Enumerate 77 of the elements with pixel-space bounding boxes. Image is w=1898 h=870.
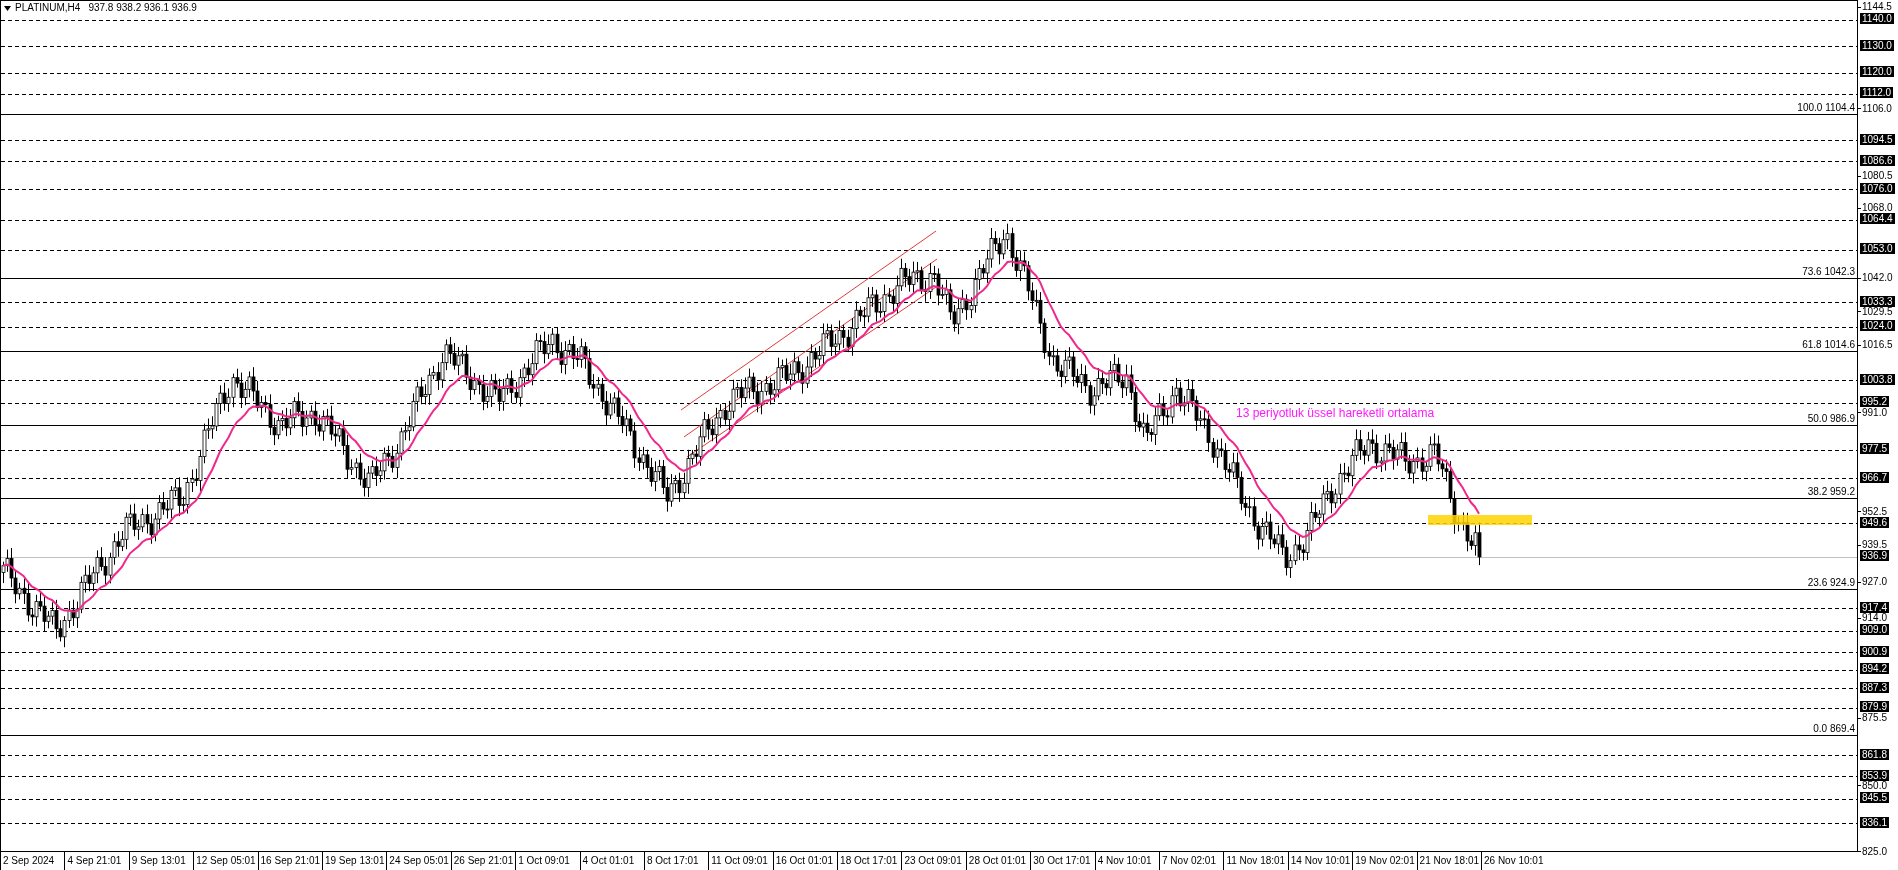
price-line-label: 936.9 xyxy=(1860,550,1890,562)
time-axis-label: 16 Oct 01:01 xyxy=(772,852,838,870)
time-axis-label: 2 Sep 2024 xyxy=(0,852,65,870)
time-axis-label: 16 Sep 21:01 xyxy=(257,852,322,870)
ohlc-values: 937.8 938.2 936.1 936.9 xyxy=(88,2,197,14)
time-axis-label: 4 Oct 01:01 xyxy=(579,852,644,870)
price-line-label: 853.9 xyxy=(1860,769,1890,781)
fibonacci-level-label: 23.6 924.9 xyxy=(1807,576,1855,588)
price-tick-label: 1029.5 xyxy=(1862,306,1893,317)
time-axis-label: 1 Oct 09:01 xyxy=(515,852,580,870)
time-axis-label: 28 Oct 01:01 xyxy=(965,852,1031,870)
price-line-label: 1112.0 xyxy=(1860,87,1894,99)
time-axis-label: 8 Oct 17:01 xyxy=(643,852,709,870)
price-line-label: 894.2 xyxy=(1860,663,1890,675)
price-tick-label: 927.0 xyxy=(1862,577,1888,588)
price-tick-label: 1144.5 xyxy=(1862,2,1892,12)
time-axis-label: 19 Nov 02:01 xyxy=(1352,852,1417,870)
time-axis-label: 26 Nov 10:01 xyxy=(1481,852,1546,870)
price-tick-label: 939.5 xyxy=(1862,540,1888,551)
fibonacci-level-label: 0.0 869.4 xyxy=(1813,723,1855,735)
price-line-label: 845.5 xyxy=(1860,792,1890,804)
price-line-label: 1053.0 xyxy=(1860,243,1895,255)
price-line-label: 917.4 xyxy=(1860,601,1890,613)
time-axis-label: 11 Oct 09:01 xyxy=(708,852,773,870)
price-line-label: 861.8 xyxy=(1860,748,1890,760)
price-line-label: 949.6 xyxy=(1860,516,1890,528)
price-tick-label: 1016.5 xyxy=(1862,340,1893,351)
price-line-label: 1140.0 xyxy=(1860,13,1894,25)
price-line-label: 1003.8 xyxy=(1860,373,1895,385)
price-line-label: 836.1 xyxy=(1860,816,1890,828)
fibonacci-level-label: 73.6 1042.3 xyxy=(1802,266,1855,278)
time-axis-label: 26 Sep 21:01 xyxy=(450,852,516,870)
price-tick-label: 850.0 xyxy=(1862,780,1888,791)
price-line-label: 995.2 xyxy=(1860,396,1890,408)
chart-symbol-label: PLATINUM,H4 xyxy=(15,2,81,14)
time-axis-label: 19 Sep 13:01 xyxy=(321,852,387,870)
price-line-label: 909.0 xyxy=(1860,624,1890,636)
price-line-label: 879.9 xyxy=(1860,701,1890,713)
price-tick-label: 991.0 xyxy=(1862,407,1888,418)
time-axis-label: 24 Sep 05:01 xyxy=(386,852,451,870)
price-line-label: 966.7 xyxy=(1860,471,1890,483)
price-tick-label: 1106.0 xyxy=(1862,103,1892,114)
fibonacci-level-label: 50.0 986.9 xyxy=(1807,412,1855,424)
time-axis-label: 4 Sep 21:01 xyxy=(64,852,129,870)
fibonacci-level-label: 38.2 959.2 xyxy=(1807,485,1855,497)
price-tick-label: 1042.0 xyxy=(1862,273,1893,283)
time-axis-label: 14 Nov 10:01 xyxy=(1287,852,1353,870)
price-line-label: 900.9 xyxy=(1860,645,1890,657)
time-axis-label: 12 Sep 05:01 xyxy=(193,852,258,870)
price-tick-label: 1068.0 xyxy=(1862,203,1893,214)
price-line-label: 1033.3 xyxy=(1860,295,1895,307)
price-tick-label: 952.5 xyxy=(1862,506,1888,517)
price-line-label: 887.3 xyxy=(1860,681,1890,693)
time-axis-label: 4 Nov 10:01 xyxy=(1094,852,1160,870)
price-line-label: 1120.0 xyxy=(1860,66,1894,78)
price-line-label: 977.5 xyxy=(1860,443,1890,455)
price-tick-label: 914.0 xyxy=(1862,613,1888,624)
price-tick-label: 1080.5 xyxy=(1862,171,1893,182)
collapse-caret-icon[interactable] xyxy=(4,5,11,11)
price-tick-label: 875.5 xyxy=(1862,713,1888,724)
time-axis-label: 18 Oct 17:01 xyxy=(837,852,902,870)
time-axis-label: 21 Nov 18:01 xyxy=(1416,852,1481,870)
price-line-label: 1076.0 xyxy=(1860,182,1895,194)
price-line-label: 1094.5 xyxy=(1860,133,1895,145)
price-tick-label: 825.0 xyxy=(1862,846,1888,857)
annotation-text: 13 periyotluk üssel hareketli ortalama xyxy=(1236,406,1435,420)
price-line-label: 1130.0 xyxy=(1860,39,1894,51)
fibonacci-level-label: 100.0 1104.4 xyxy=(1797,102,1855,113)
time-axis-label: 23 Oct 09:01 xyxy=(901,852,966,870)
time-axis-label: 30 Oct 17:01 xyxy=(1030,852,1095,870)
fibonacci-level-label: 61.8 1014.6 xyxy=(1802,339,1855,351)
time-axis-label: 11 Nov 18:01 xyxy=(1223,852,1288,870)
time-axis-label: 7 Nov 02:01 xyxy=(1159,852,1224,870)
price-line-label: 1024.0 xyxy=(1860,320,1895,332)
price-line-label: 1086.6 xyxy=(1860,154,1895,166)
price-line-label: 1064.4 xyxy=(1860,213,1895,225)
time-axis-label: 9 Sep 13:01 xyxy=(128,852,194,870)
